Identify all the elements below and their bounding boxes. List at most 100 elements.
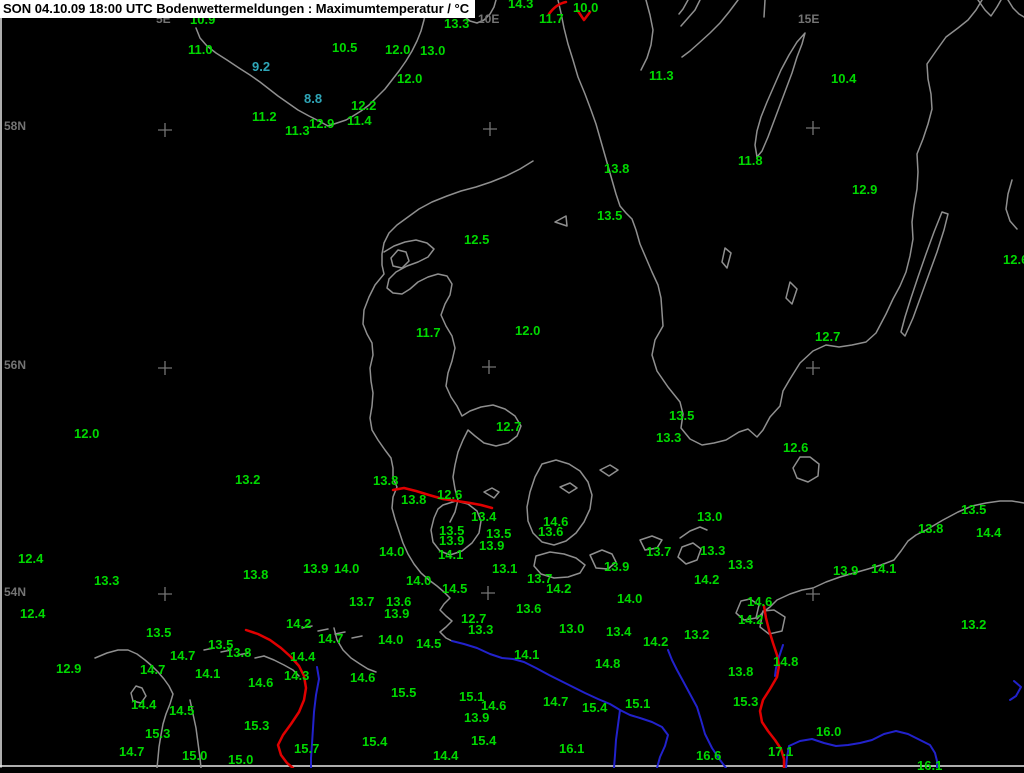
station-value: 14.4 [433,750,458,761]
station-value: 10.0 [573,2,598,13]
station-value: 14.5 [442,583,467,594]
station-value: 12.0 [515,325,540,336]
station-value: 14.2 [286,618,311,629]
lat-label: 58N [4,121,26,132]
station-value: 11.8 [738,155,763,166]
station-value: 12.9 [56,663,81,674]
station-value: 13.3 [700,545,725,556]
station-value: 13.1 [492,563,517,574]
station-value: 12.4 [18,553,43,564]
station-value: 15.4 [362,736,387,747]
coastline-path [757,501,1024,619]
station-value: 13.8 [401,494,426,505]
station-value: 13.6 [516,603,541,614]
graticule-cross [158,123,172,137]
station-value: 13.3 [468,624,493,635]
coastline-path [1006,180,1017,229]
station-value: 12.0 [385,44,410,55]
coastline-path [641,0,653,70]
station-value: 11.3 [649,70,674,81]
station-value: 14.6 [350,672,375,683]
station-value: 15.3 [733,696,758,707]
station-value: 14.4 [290,651,315,662]
station-value: 13.8 [918,523,943,534]
station-value: 14.6 [248,677,273,688]
station-value: 14.0 [379,546,404,557]
station-value: 15.3 [244,720,269,731]
station-value: 14.3 [284,670,309,681]
station-value: 11.2 [252,111,277,122]
station-value: 14.4 [976,527,1001,538]
station-value: 12.6 [1003,254,1024,265]
station-value: 16.6 [696,750,721,761]
station-value: 14.8 [773,656,798,667]
station-value: 15.0 [228,754,253,765]
station-value: 15.7 [294,743,319,754]
station-value: 13.9 [384,608,409,619]
station-value: 12.4 [20,608,45,619]
station-value: 12.2 [351,100,376,111]
station-value: 12.6 [437,489,462,500]
station-value: 12.9 [852,184,877,195]
coastline-path [901,212,948,336]
station-value: 15.4 [471,735,496,746]
station-value: 14.7 [318,633,343,644]
station-value: 11.4 [347,115,372,126]
station-value: 13.6 [538,526,563,537]
station-value: 13.9 [479,540,504,551]
station-value: 13.4 [606,626,631,637]
station-value: 12.0 [397,73,422,84]
river-path [1010,681,1021,700]
station-value: 13.9 [833,565,858,576]
lon-label: 15E [798,14,819,25]
map-viewport: 10.914.311.710.013.311.010.512.013.09.21… [0,0,1024,768]
coastline-path [534,536,662,578]
coastline-path [1008,0,1024,17]
lon-label: 10E [478,14,499,25]
station-value: 13.2 [961,619,986,630]
station-value: 13.5 [669,410,694,421]
station-value: 13.8 [243,569,268,580]
station-value: 14.8 [595,658,620,669]
station-value: 15.0 [182,750,207,761]
station-value: 15.3 [145,728,170,739]
station-value: 14.5 [416,638,441,649]
station-value: 11.7 [539,13,564,24]
station-value: 13.7 [646,546,671,557]
station-value: 14.1 [195,668,220,679]
coastline-path [679,0,738,57]
station-value: 14.7 [170,650,195,661]
station-value: 12.7 [496,421,521,432]
lat-label: 56N [4,360,26,371]
map-border-lines [0,18,1024,767]
station-value: 14.0 [378,634,403,645]
station-value: 14.2 [694,574,719,585]
station-value: 14.7 [140,664,165,675]
station-value: 14.1 [514,649,539,660]
station-value: 14.1 [871,563,896,574]
station-value: 8.8 [304,93,322,104]
station-value: 14.1 [438,549,463,560]
coastline-path [391,250,409,268]
station-value: 14.0 [334,563,359,574]
station-value: 11.7 [416,327,441,338]
coastline-path [384,240,521,522]
graticule-cross [806,121,820,135]
station-value: 12.0 [74,428,99,439]
graticule-cross [158,361,172,375]
station-value: 10.4 [831,73,856,84]
station-value: 16.0 [816,726,841,737]
station-value: 14.2 [643,636,668,647]
station-value: 14.6 [747,596,772,607]
station-value: 13.2 [235,474,260,485]
station-value: 15.5 [391,687,416,698]
station-value: 14.0 [406,575,431,586]
station-value: 13.9 [303,563,328,574]
station-value: 13.3 [444,18,469,29]
station-value: 11.3 [285,125,310,136]
station-value: 13.8 [373,475,398,486]
river-layer [311,641,1021,768]
lat-label: 54N [4,587,26,598]
graticule-cross [806,361,820,375]
station-value: 13.4 [471,511,496,522]
